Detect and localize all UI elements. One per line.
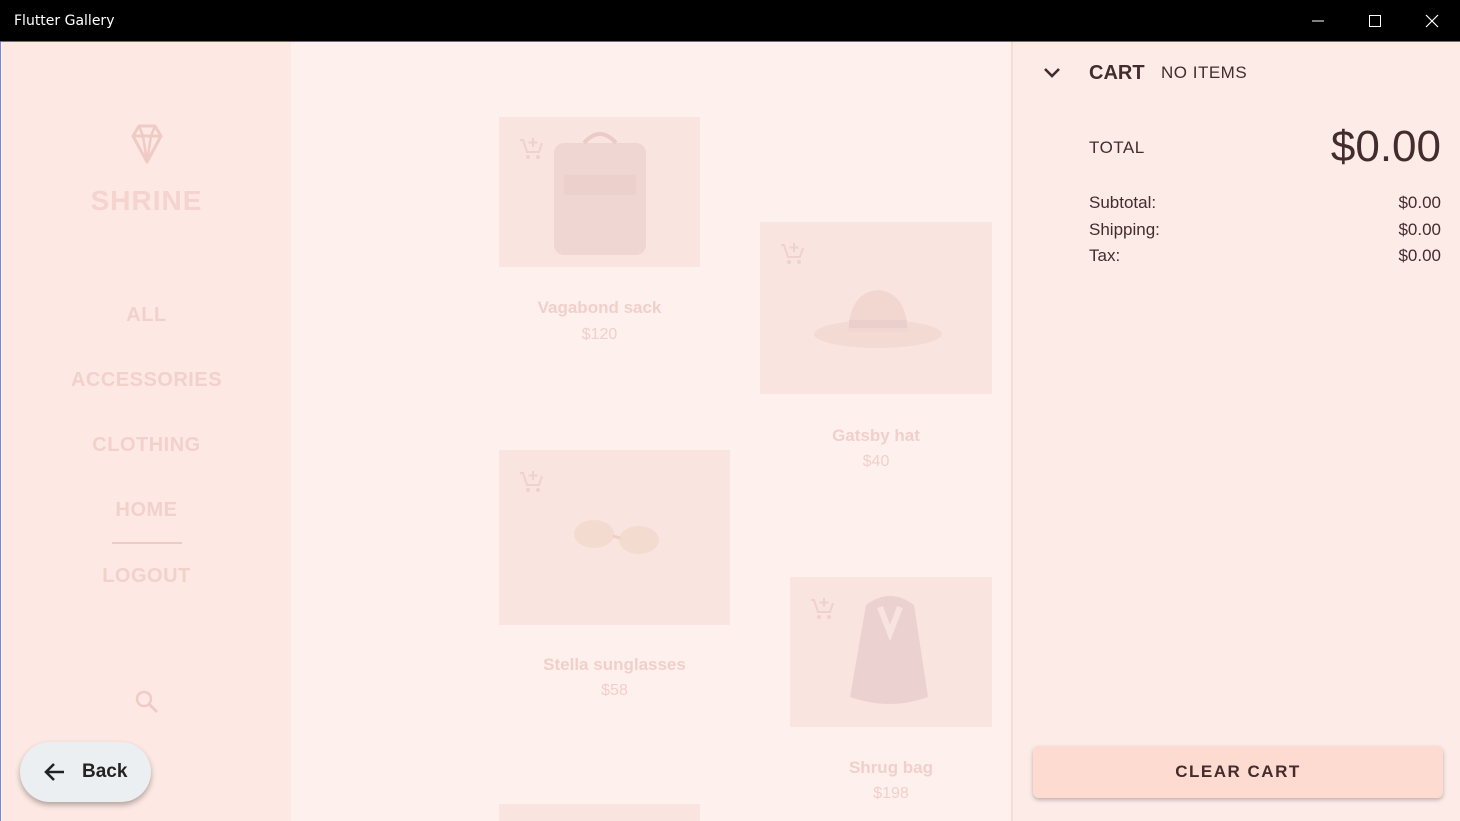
- back-label: Back: [82, 761, 128, 782]
- back-button[interactable]: Back: [20, 742, 151, 802]
- maximize-icon: [1368, 14, 1381, 27]
- sidebar: SHRINE ALL ACCESSORIES CLOTHING HOME LOG…: [2, 42, 291, 821]
- brand-name: SHRINE: [90, 185, 203, 216]
- product-price: $58: [601, 682, 628, 699]
- product-name: Stella sunglasses: [543, 655, 686, 674]
- chevron-down-icon[interactable]: [1041, 62, 1063, 84]
- tax-label: Tax:: [1089, 246, 1121, 265]
- nav-item-all[interactable]: ALL: [2, 304, 291, 327]
- close-icon: [1425, 14, 1438, 27]
- product-image-stella-sunglasses[interactable]: [499, 450, 730, 625]
- nav-item-clothing[interactable]: CLOTHING: [2, 434, 291, 457]
- maximize-button[interactable]: [1346, 0, 1403, 42]
- arrow-back-icon: [44, 763, 64, 781]
- subtotal-value: $0.00: [1398, 193, 1441, 212]
- add-to-cart-icon[interactable]: [517, 468, 545, 496]
- nav-item-logout[interactable]: LOGOUT: [2, 565, 291, 588]
- app-area: SHRINE ALL ACCESSORIES CLOTHING HOME LOG…: [0, 42, 1460, 821]
- cart-item-count: NO ITEMS: [1161, 63, 1248, 82]
- search-icon[interactable]: [134, 689, 160, 715]
- add-to-cart-icon[interactable]: [517, 135, 545, 163]
- cart-panel: CART NO ITEMS TOTAL $0.00 Subtotal: $0.0…: [1011, 42, 1460, 821]
- product-image-gatsby-hat[interactable]: [760, 222, 992, 394]
- total-label: TOTAL: [1089, 138, 1145, 157]
- product-image-next[interactable]: [499, 804, 700, 821]
- add-to-cart-icon[interactable]: [778, 240, 806, 268]
- tax-value: $0.00: [1398, 246, 1441, 265]
- cart-title: CART: [1089, 62, 1145, 84]
- add-to-cart-icon[interactable]: [808, 595, 836, 623]
- window-title: Flutter Gallery: [14, 12, 115, 29]
- subtotal-label: Subtotal:: [1089, 193, 1157, 212]
- nav-divider: [112, 542, 182, 544]
- product-grid: Vagabond sack $120 Gatsby hat $40 Stella…: [291, 42, 1011, 821]
- close-button[interactable]: [1403, 0, 1460, 42]
- product-price: $120: [581, 326, 618, 343]
- product-image-shrug-bag[interactable]: [790, 577, 992, 727]
- total-value: $0.00: [1330, 122, 1441, 171]
- product-image-vagabond-sack[interactable]: [499, 117, 700, 267]
- product-name: Vagabond sack: [537, 298, 662, 317]
- diamond-logo-icon: [131, 124, 163, 164]
- nav-item-accessories[interactable]: ACCESSORIES: [2, 369, 291, 392]
- product-price: $40: [862, 453, 890, 470]
- product-name: Gatsby hat: [832, 426, 920, 445]
- clear-cart-button[interactable]: CLEAR CART: [1033, 746, 1443, 798]
- minimize-icon: [1311, 20, 1324, 21]
- shipping-label: Shipping:: [1089, 220, 1160, 239]
- window-titlebar: Flutter Gallery: [0, 0, 1460, 42]
- product-name: Shrug bag: [848, 758, 934, 777]
- minimize-button[interactable]: [1289, 0, 1346, 42]
- product-price: $198: [873, 785, 909, 802]
- shipping-value: $0.00: [1398, 220, 1441, 239]
- nav-item-home[interactable]: HOME: [2, 499, 291, 522]
